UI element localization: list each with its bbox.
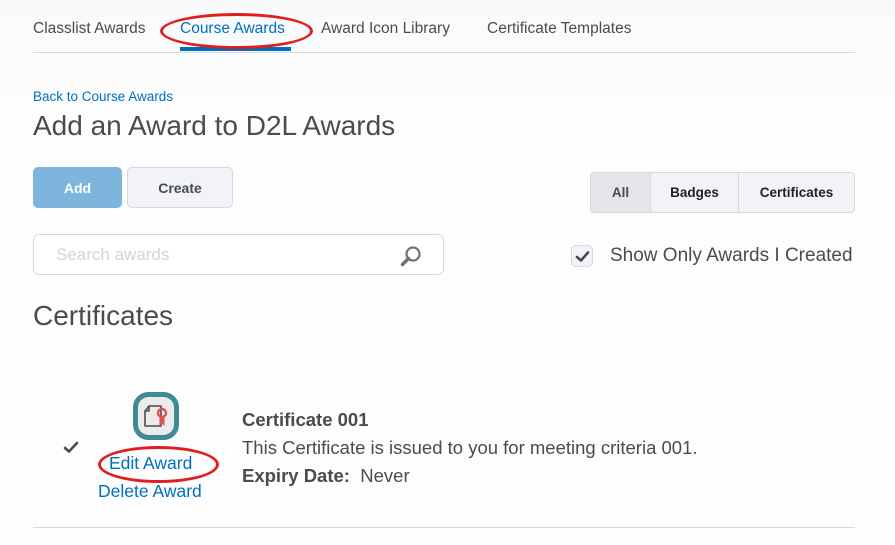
section-title-certificates: Certificates xyxy=(33,300,174,331)
tab-course-awards[interactable]: Course Awards xyxy=(180,20,285,38)
tab-certificate-templates[interactable]: Certificate Templates xyxy=(487,20,631,38)
delete-award-link[interactable]: Delete Award xyxy=(98,481,202,502)
award-expiry: Expiry Date: Never xyxy=(242,465,410,487)
edit-award-link[interactable]: Edit Award xyxy=(109,453,192,474)
add-button[interactable]: Add xyxy=(33,167,122,208)
award-type-filter: All Badges Certificates xyxy=(590,172,855,213)
create-button[interactable]: Create xyxy=(127,167,233,208)
checkmark-icon xyxy=(575,251,590,262)
search-icon[interactable] xyxy=(399,244,423,268)
back-to-course-awards-link[interactable]: Back to Course Awards xyxy=(33,89,173,104)
show-only-mine-label: Show Only Awards I Created xyxy=(610,245,853,266)
award-description: This Certificate is issued to you for me… xyxy=(242,437,698,458)
filter-certificates-button[interactable]: Certificates xyxy=(738,173,854,212)
award-title: Certificate 001 xyxy=(242,409,369,430)
award-tabs: Classlist Awards Course Awards Award Ico… xyxy=(33,0,855,53)
search-box xyxy=(33,234,444,275)
filter-badges-button[interactable]: Badges xyxy=(650,173,738,212)
active-tab-indicator xyxy=(180,47,291,51)
page-title: Add an Award to D2L Awards xyxy=(33,110,396,141)
expiry-label: Expiry Date: xyxy=(242,465,350,486)
certificate-icon xyxy=(133,392,179,440)
filter-all-button[interactable]: All xyxy=(591,173,650,212)
tab-award-icon-library[interactable]: Award Icon Library xyxy=(321,20,450,38)
list-divider xyxy=(33,527,855,528)
show-only-mine-checkbox[interactable] xyxy=(571,245,593,267)
tab-classlist-awards[interactable]: Classlist Awards xyxy=(33,20,146,38)
selected-checkmark-icon xyxy=(63,441,79,459)
search-input[interactable] xyxy=(54,244,398,266)
expiry-value: Never xyxy=(360,465,410,486)
